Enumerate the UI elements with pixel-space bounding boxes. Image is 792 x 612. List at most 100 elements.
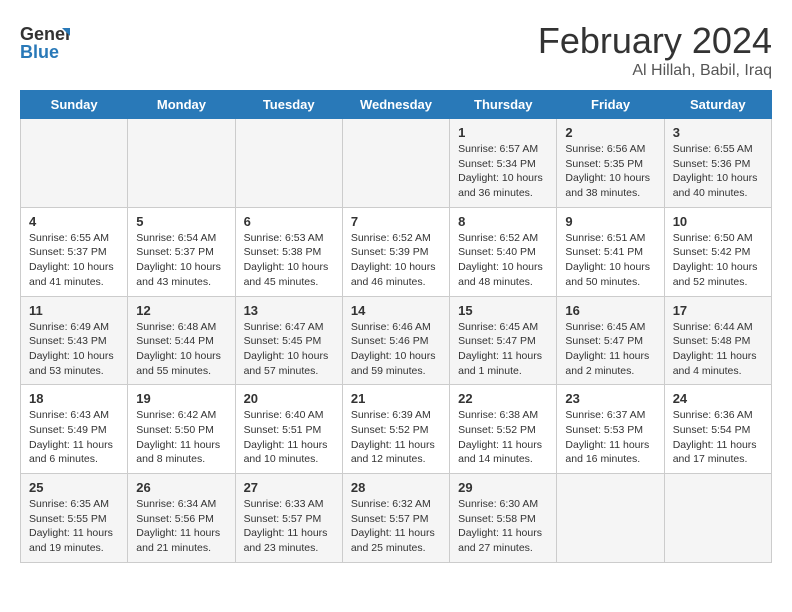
day-info: Sunrise: 6:42 AM Sunset: 5:50 PM Dayligh… — [136, 408, 226, 467]
day-number: 11 — [29, 303, 119, 318]
calendar-cell: 18Sunrise: 6:43 AM Sunset: 5:49 PM Dayli… — [21, 385, 128, 474]
calendar-cell: 4 Sunrise: 6:55 AM Sunset: 5:37 PM Daylig… — [21, 207, 128, 296]
calendar-cell: 15 Sunrise: 6:45 AM Sunset: 5:47 PM Dayli… — [450, 296, 557, 385]
calendar-cell: 11 Sunrise: 6:49 AM Sunset: 5:43 PM Dayli… — [21, 296, 128, 385]
calendar-cell: 9Sunrise: 6:51 AM Sunset: 5:41 PM Daylig… — [557, 207, 664, 296]
day-info: Sunrise: 6:57 AM Sunset: 5:34 PM Dayligh… — [458, 142, 548, 201]
header-saturday: Saturday — [664, 91, 771, 119]
day-info: Sunrise: 6:40 AM Sunset: 5:51 PM Dayligh… — [244, 408, 334, 467]
calendar-cell: 27 Sunrise: 6:33 AM Sunset: 5:57 PM Dayli… — [235, 474, 342, 563]
day-number: 4 — [29, 214, 119, 229]
day-info: Sunrise: 6:52 AM Sunset: 5:40 PM Dayligh… — [458, 231, 548, 290]
header-tuesday: Tuesday — [235, 91, 342, 119]
day-number: 25 — [29, 480, 119, 495]
day-info: Sunrise: 6:49 AM Sunset: 5:43 PM Dayligh… — [29, 320, 119, 379]
day-number: 8 — [458, 214, 548, 229]
calendar-header: Sunday Monday Tuesday Wednesday Thursday… — [21, 91, 772, 119]
day-info: Sunrise: 6:53 AM Sunset: 5:38 PM Dayligh… — [244, 231, 334, 290]
day-number: 20 — [244, 391, 334, 406]
day-number: 7 — [351, 214, 441, 229]
calendar-cell: 19Sunrise: 6:42 AM Sunset: 5:50 PM Dayli… — [128, 385, 235, 474]
calendar-cell: 24 Sunrise: 6:36 AM Sunset: 5:54 PM Dayli… — [664, 385, 771, 474]
calendar-cell: 25 Sunrise: 6:35 AM Sunset: 5:55 PM Dayli… — [21, 474, 128, 563]
day-info: Sunrise: 6:43 AM Sunset: 5:49 PM Dayligh… — [29, 408, 119, 467]
calendar-cell: 28 Sunrise: 6:32 AM Sunset: 5:57 PM Dayli… — [342, 474, 449, 563]
header-monday: Monday — [128, 91, 235, 119]
day-number: 13 — [244, 303, 334, 318]
day-number: 1 — [458, 125, 548, 140]
day-info: Sunrise: 6:30 AM Sunset: 5:58 PM Dayligh… — [458, 497, 548, 556]
day-number: 23 — [565, 391, 655, 406]
calendar-cell: 26 Sunrise: 6:34 AM Sunset: 5:56 PM Dayli… — [128, 474, 235, 563]
month-title: February 2024 — [538, 20, 772, 62]
day-number: 12 — [136, 303, 226, 318]
day-info: Sunrise: 6:45 AM Sunset: 5:47 PM Dayligh… — [458, 320, 548, 379]
calendar-table: Sunday Monday Tuesday Wednesday Thursday… — [20, 90, 772, 563]
calendar-cell: 1 Sunrise: 6:57 AM Sunset: 5:34 PM Daylig… — [450, 119, 557, 208]
day-info: Sunrise: 6:36 AM Sunset: 5:54 PM Dayligh… — [673, 408, 763, 467]
day-info: Sunrise: 6:34 AM Sunset: 5:56 PM Dayligh… — [136, 497, 226, 556]
day-info: Sunrise: 6:55 AM Sunset: 5:36 PM Dayligh… — [673, 142, 763, 201]
calendar-cell — [21, 119, 128, 208]
day-info: Sunrise: 6:35 AM Sunset: 5:55 PM Dayligh… — [29, 497, 119, 556]
day-number: 29 — [458, 480, 548, 495]
svg-text:Blue: Blue — [20, 42, 59, 62]
day-info: Sunrise: 6:50 AM Sunset: 5:42 PM Dayligh… — [673, 231, 763, 290]
calendar-cell — [128, 119, 235, 208]
calendar-cell — [557, 474, 664, 563]
day-info: Sunrise: 6:48 AM Sunset: 5:44 PM Dayligh… — [136, 320, 226, 379]
calendar-cell: 20 Sunrise: 6:40 AM Sunset: 5:51 PM Dayli… — [235, 385, 342, 474]
calendar-cell: 8 Sunrise: 6:52 AM Sunset: 5:40 PM Daylig… — [450, 207, 557, 296]
day-info: Sunrise: 6:44 AM Sunset: 5:48 PM Dayligh… — [673, 320, 763, 379]
day-info: Sunrise: 6:54 AM Sunset: 5:37 PM Dayligh… — [136, 231, 226, 290]
calendar-cell: 13 Sunrise: 6:47 AM Sunset: 5:45 PM Dayli… — [235, 296, 342, 385]
calendar-cell: 12 Sunrise: 6:48 AM Sunset: 5:44 PM Dayli… — [128, 296, 235, 385]
day-info: Sunrise: 6:38 AM Sunset: 5:52 PM Dayligh… — [458, 408, 548, 467]
day-info: Sunrise: 6:47 AM Sunset: 5:45 PM Dayligh… — [244, 320, 334, 379]
calendar-cell: 2 Sunrise: 6:56 AM Sunset: 5:35 PM Daylig… — [557, 119, 664, 208]
day-info: Sunrise: 6:51 AM Sunset: 5:41 PM Dayligh… — [565, 231, 655, 290]
calendar-cell: 7Sunrise: 6:52 AM Sunset: 5:39 PM Daylig… — [342, 207, 449, 296]
calendar-cell — [235, 119, 342, 208]
calendar-body: 1 Sunrise: 6:57 AM Sunset: 5:34 PM Daylig… — [21, 119, 772, 563]
calendar-row-0: 1 Sunrise: 6:57 AM Sunset: 5:34 PM Daylig… — [21, 119, 772, 208]
day-number: 5 — [136, 214, 226, 229]
day-number: 22 — [458, 391, 548, 406]
day-number: 15 — [458, 303, 548, 318]
calendar-cell: 16Sunrise: 6:45 AM Sunset: 5:47 PM Dayli… — [557, 296, 664, 385]
calendar-row-3: 18Sunrise: 6:43 AM Sunset: 5:49 PM Dayli… — [21, 385, 772, 474]
day-number: 10 — [673, 214, 763, 229]
day-number: 21 — [351, 391, 441, 406]
calendar-cell: 14 Sunrise: 6:46 AM Sunset: 5:46 PM Dayli… — [342, 296, 449, 385]
day-info: Sunrise: 6:46 AM Sunset: 5:46 PM Dayligh… — [351, 320, 441, 379]
day-number: 24 — [673, 391, 763, 406]
calendar-row-2: 11 Sunrise: 6:49 AM Sunset: 5:43 PM Dayli… — [21, 296, 772, 385]
day-info: Sunrise: 6:56 AM Sunset: 5:35 PM Dayligh… — [565, 142, 655, 201]
logo: General Blue — [20, 20, 74, 65]
day-number: 6 — [244, 214, 334, 229]
day-info: Sunrise: 6:55 AM Sunset: 5:37 PM Dayligh… — [29, 231, 119, 290]
page-header: General Blue February 2024 Al Hillah, Ba… — [20, 20, 772, 80]
day-number: 2 — [565, 125, 655, 140]
calendar-cell: 17Sunrise: 6:44 AM Sunset: 5:48 PM Dayli… — [664, 296, 771, 385]
calendar-cell: 29 Sunrise: 6:30 AM Sunset: 5:58 PM Dayli… — [450, 474, 557, 563]
day-number: 27 — [244, 480, 334, 495]
day-info: Sunrise: 6:39 AM Sunset: 5:52 PM Dayligh… — [351, 408, 441, 467]
day-info: Sunrise: 6:32 AM Sunset: 5:57 PM Dayligh… — [351, 497, 441, 556]
day-number: 14 — [351, 303, 441, 318]
calendar-cell: 23 Sunrise: 6:37 AM Sunset: 5:53 PM Dayli… — [557, 385, 664, 474]
calendar-cell: 5 Sunrise: 6:54 AM Sunset: 5:37 PM Daylig… — [128, 207, 235, 296]
calendar-row-1: 4 Sunrise: 6:55 AM Sunset: 5:37 PM Daylig… — [21, 207, 772, 296]
day-number: 26 — [136, 480, 226, 495]
logo-icon: General Blue — [20, 20, 70, 65]
calendar-cell: 22 Sunrise: 6:38 AM Sunset: 5:52 PM Dayli… — [450, 385, 557, 474]
calendar-cell — [342, 119, 449, 208]
header-sunday: Sunday — [21, 91, 128, 119]
header-row: Sunday Monday Tuesday Wednesday Thursday… — [21, 91, 772, 119]
day-info: Sunrise: 6:33 AM Sunset: 5:57 PM Dayligh… — [244, 497, 334, 556]
calendar-cell: 21 Sunrise: 6:39 AM Sunset: 5:52 PM Dayli… — [342, 385, 449, 474]
header-thursday: Thursday — [450, 91, 557, 119]
day-number: 28 — [351, 480, 441, 495]
day-info: Sunrise: 6:37 AM Sunset: 5:53 PM Dayligh… — [565, 408, 655, 467]
header-wednesday: Wednesday — [342, 91, 449, 119]
